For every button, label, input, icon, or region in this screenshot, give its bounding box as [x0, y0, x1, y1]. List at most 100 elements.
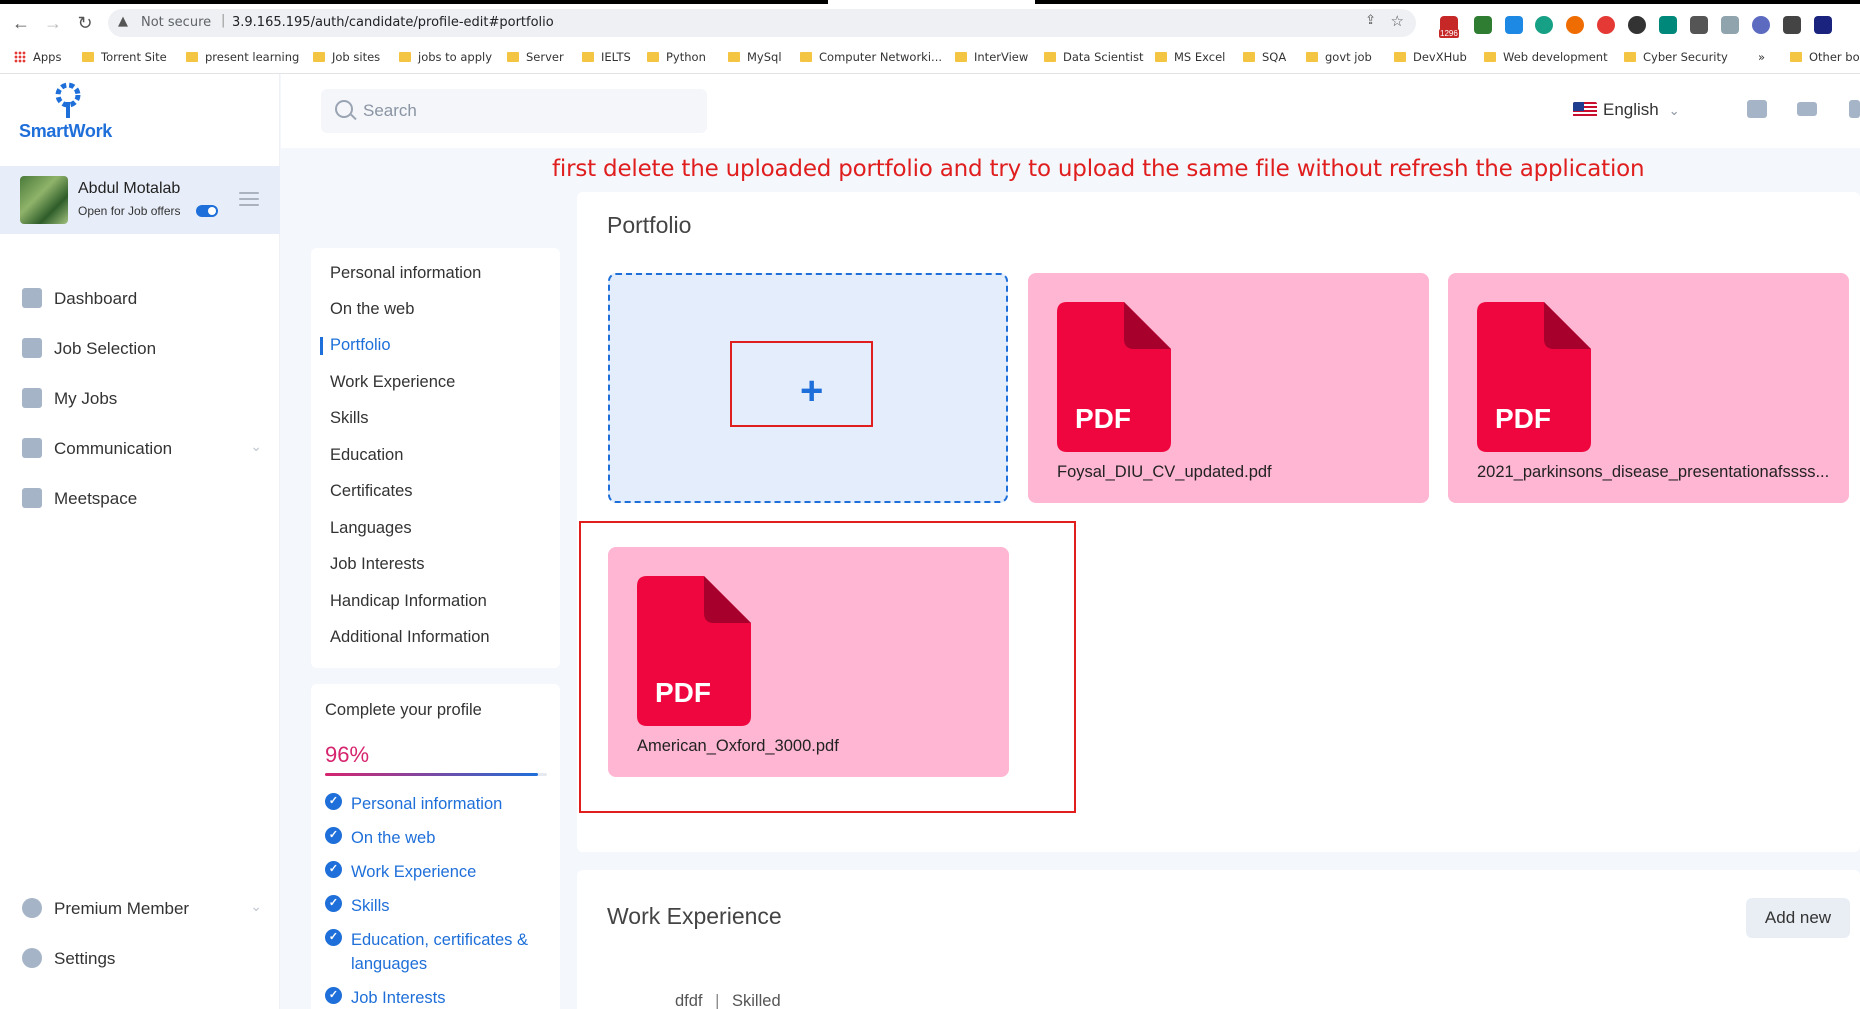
bookmark-folder-other[interactable]: Other bo — [1790, 50, 1860, 64]
drive-extension-icon[interactable] — [1505, 16, 1523, 34]
folder-icon — [728, 52, 740, 62]
check-circle-icon: ✓ — [325, 793, 342, 810]
profile-nav-languages[interactable]: Languages — [330, 519, 412, 538]
image-extension-icon[interactable] — [1721, 16, 1739, 34]
bookmark-folder[interactable]: Web development — [1484, 50, 1608, 64]
sidebar-item-meetspace[interactable]: Meetspace — [22, 484, 262, 514]
bookmark-folder[interactable]: DevXHub — [1394, 50, 1467, 64]
portfolio-title: Portfolio — [607, 212, 692, 238]
grammarly-extension-icon[interactable] — [1535, 16, 1553, 34]
completion-progress-bar — [325, 773, 547, 776]
profile-nav-additional-information[interactable]: Additional Information — [330, 628, 490, 647]
bookmark-folder[interactable]: Torrent Site — [82, 50, 167, 64]
mouse-extension-icon[interactable] — [1628, 16, 1646, 34]
profile-nav-job-interests[interactable]: Job Interests — [330, 555, 424, 574]
sidebar-item-job-selection[interactable]: Job Selection — [22, 334, 262, 364]
gear-extension-icon[interactable] — [1752, 16, 1770, 34]
avatar[interactable] — [20, 176, 68, 224]
folder-icon — [82, 52, 94, 62]
bookmark-folder[interactable]: Cyber Security — [1624, 50, 1728, 64]
sidebar-item-my-jobs[interactable]: My Jobs — [22, 384, 262, 414]
forward-icon[interactable]: → — [42, 12, 64, 34]
record-extension-icon[interactable] — [1597, 16, 1615, 34]
user-profile-card[interactable]: Abdul Motalab Open for Job offers — [0, 166, 280, 234]
bookmark-folder[interactable]: jobs to apply — [399, 50, 492, 64]
search-input[interactable] — [363, 89, 693, 133]
bookmark-folder[interactable]: IELTS — [582, 50, 631, 64]
folder-icon — [582, 52, 594, 62]
folder-icon — [1155, 52, 1167, 62]
sidebar-item-settings[interactable]: Settings — [22, 944, 262, 974]
work-experience-section: Work Experience Add new dfdf | Skilled — [577, 870, 1860, 1009]
language-selector[interactable]: English ⌄ — [1573, 100, 1680, 120]
profile-nav-handicap-information[interactable]: Handicap Information — [330, 592, 487, 611]
back-icon[interactable]: ← — [10, 12, 32, 34]
bug-annotation-text: first delete the uploaded portfolio and … — [552, 156, 1645, 182]
hamburger-menu-icon[interactable] — [239, 192, 259, 210]
folder-icon — [1044, 52, 1056, 62]
profile-nav-work-experience[interactable]: Work Experience — [330, 373, 455, 392]
profile-nav-personal-information[interactable]: Personal information — [330, 264, 481, 283]
notification-bell-icon[interactable] — [1849, 100, 1860, 118]
sidebar-item-premium-member[interactable]: Premium Member ⌄ — [22, 894, 262, 924]
sidepanel-icon[interactable] — [1814, 16, 1832, 34]
profile-nav-education[interactable]: Education — [330, 446, 403, 465]
reload-icon[interactable]: ↻ — [74, 12, 96, 34]
sidebar-item-label: My Jobs — [54, 389, 118, 408]
check-circle-icon: ✓ — [325, 895, 342, 912]
open-for-offers-toggle[interactable] — [196, 205, 218, 217]
screenshot-extension-icon[interactable] — [1690, 16, 1708, 34]
bookmark-folder[interactable]: MySql — [728, 50, 782, 64]
bookmark-folder[interactable]: Server — [507, 50, 564, 64]
portfolio-file-card[interactable]: PDF Foysal_DIU_CV_updated.pdf — [1028, 273, 1429, 503]
search-icon — [335, 100, 353, 118]
bookmarks-bar: Apps Torrent Site present learning Job s… — [0, 42, 1860, 74]
puzzle-extensions-icon[interactable] — [1783, 16, 1801, 34]
search-box[interactable] — [321, 89, 707, 133]
user-name: Abdul Motalab — [78, 180, 181, 197]
folder-icon — [647, 52, 659, 62]
profile-section-nav: Personal information On the web Portfoli… — [311, 248, 560, 668]
add-work-experience-button[interactable]: Add new — [1746, 898, 1850, 938]
folder-icon — [313, 52, 325, 62]
chevron-down-icon: ⌄ — [250, 898, 262, 914]
bookmark-folder[interactable]: InterView — [955, 50, 1028, 64]
briefcase-icon — [22, 338, 42, 358]
work-experience-row[interactable]: dfdf | Skilled — [675, 992, 781, 1009]
bookmark-folder[interactable]: Job sites — [313, 50, 380, 64]
bookmark-folder[interactable]: Data Scientist — [1044, 50, 1144, 64]
app-logo-text[interactable]: SmartWork — [19, 121, 112, 142]
video-camera-icon[interactable] — [1797, 102, 1817, 116]
smartwork-logo-icon — [55, 82, 81, 118]
profile-nav-portfolio[interactable]: Portfolio — [330, 336, 391, 355]
x-extension-icon[interactable] — [1566, 16, 1584, 34]
mail-count-badge: 1296 — [1439, 29, 1459, 38]
bookmark-folder[interactable]: present learning — [186, 50, 299, 64]
address-bar[interactable]: ▲ Not secure | 3.9.165.195/auth/candidat… — [108, 9, 1416, 37]
completion-item-label: Work Experience — [351, 863, 477, 881]
sidebar-item-label: Settings — [54, 949, 116, 968]
messages-icon[interactable] — [1747, 100, 1767, 118]
bookmark-folder[interactable]: MS Excel — [1155, 50, 1225, 64]
profile-nav-skills[interactable]: Skills — [330, 409, 369, 428]
bookmark-folder[interactable]: Python — [647, 50, 706, 64]
bookmark-apps[interactable]: Apps — [14, 50, 61, 64]
code-extension-icon[interactable] — [1659, 16, 1677, 34]
bookmark-folder[interactable]: Computer Networki... — [800, 50, 942, 64]
sidebar-item-dashboard[interactable]: Dashboard — [22, 284, 262, 314]
gmail-extension-icon[interactable]: 1296 — [1439, 16, 1459, 38]
shield-extension-icon[interactable] — [1474, 16, 1492, 34]
job-offers-status: Open for Job offers — [78, 204, 181, 218]
profile-nav-on-the-web[interactable]: On the web — [330, 300, 414, 319]
bookmarks-overflow[interactable]: » — [1758, 50, 1765, 64]
share-icon[interactable]: ⇪ — [1365, 13, 1376, 28]
bookmark-star-icon[interactable]: ☆ — [1391, 12, 1404, 30]
profile-nav-certificates[interactable]: Certificates — [330, 482, 413, 501]
sidebar-item-communication[interactable]: Communication ⌄ — [22, 434, 262, 464]
warning-icon: ▲ — [118, 14, 128, 29]
portfolio-file-card[interactable]: PDF 2021_parkinsons_disease_presentation… — [1448, 273, 1849, 503]
bookmark-folder[interactable]: SQA — [1243, 50, 1286, 64]
bookmark-folder[interactable]: govt job — [1306, 50, 1372, 64]
chevron-down-icon: ⌄ — [250, 438, 262, 454]
url-text[interactable]: 3.9.165.195/auth/candidate/profile-edit#… — [232, 15, 554, 30]
